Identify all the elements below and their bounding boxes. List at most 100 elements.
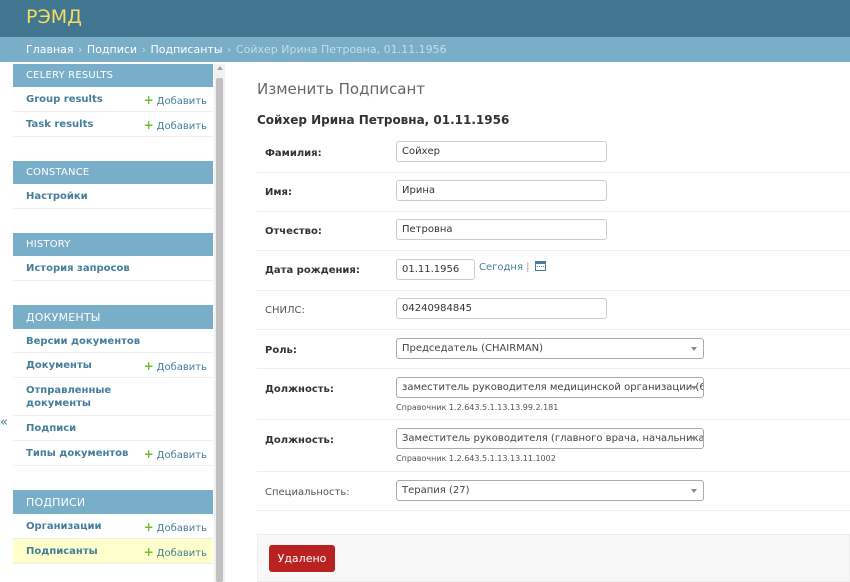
module-history: HISTORY История запросов <box>13 233 213 281</box>
sidebar-collapse-button[interactable]: « <box>0 415 10 430</box>
plus-icon: + <box>143 118 154 132</box>
site-header: РЭМД <box>0 0 850 37</box>
sidebar-item-label[interactable]: Документы <box>26 359 92 372</box>
position-2-help-text: Справочник 1.2.643.5.1.13.13.11.1002 <box>396 454 556 463</box>
form-row-patronymic: Отчество: Петровна <box>257 212 850 251</box>
sidebar-item-document-versions: Версии документов <box>13 329 213 353</box>
breadcrumb-separator: › <box>141 43 146 56</box>
add-button[interactable]: + Добавить <box>144 118 207 132</box>
breadcrumb: Главная › Подписи › Подписанты › Сойхер … <box>0 37 850 62</box>
module-celery-results: CELERY RESULTS Group results + Добавить T… <box>13 64 213 137</box>
add-button[interactable]: + Добавить <box>144 545 207 559</box>
sidebar-item-organizations: Организации + Добавить <box>13 514 213 539</box>
role-select[interactable]: Председатель (CHAIRMAN) <box>396 338 704 359</box>
birth-date-label: Дата рождения: <box>265 265 360 276</box>
position-help-text: Справочник 1.2.643.5.1.13.13.99.2.181 <box>396 403 559 412</box>
form-row-role: Роль: Председатель (CHAIRMAN) <box>257 330 850 369</box>
sidebar-item-label[interactable]: Версии документов <box>26 335 140 348</box>
first-name-field[interactable]: Ирина <box>396 180 607 201</box>
sidebar-nav: CELERY RESULTS Group results + Добавить T… <box>13 64 213 582</box>
sidebar-item-task-results: Task results + Добавить <box>13 112 213 137</box>
object-title: Сойхер Ирина Петровна, 01.11.1956 <box>257 113 510 127</box>
sidebar-item-label[interactable]: Организации <box>26 520 102 533</box>
plus-icon: + <box>143 447 154 461</box>
module-constance: CONSTANCE Настройки <box>13 161 213 209</box>
scrollbar-thumb[interactable] <box>216 78 223 582</box>
module-header[interactable]: ДОКУМЕНТЫ <box>13 305 213 329</box>
sidebar-item-settings: Настройки <box>13 184 213 209</box>
form-row-last-name: Фамилия: Сойхер <box>257 134 850 173</box>
plus-icon: + <box>143 359 154 373</box>
breadcrumb-separator: › <box>227 43 232 56</box>
add-button[interactable]: + Добавить <box>144 520 207 534</box>
sidebar-item-group-results: Group results + Добавить <box>13 87 213 112</box>
plus-icon: + <box>143 520 154 534</box>
sidebar-item-label[interactable]: Task results <box>26 118 93 131</box>
module-signatures: ПОДПИСИ Организации + Добавить Подписанты… <box>13 490 213 564</box>
plus-icon: + <box>143 93 154 107</box>
add-button[interactable]: + Добавить <box>144 359 207 373</box>
sidebar-item-document-types: Типы документов + Добавить <box>13 441 213 466</box>
sidebar-item-label[interactable]: Подписи <box>26 422 76 435</box>
sidebar-item-documents: Документы + Добавить <box>13 353 213 378</box>
snils-label: СНИЛС: <box>265 305 305 316</box>
date-shortcuts: Сегодня | <box>479 261 546 273</box>
today-link[interactable]: Сегодня <box>479 262 523 273</box>
sidebar-item-label[interactable]: Отправленные документы <box>26 384 136 410</box>
calendar-icon[interactable] <box>534 261 546 271</box>
sidebar-item-label[interactable]: Подписанты <box>26 545 98 558</box>
form-row-first-name: Имя: Ирина <box>257 173 850 212</box>
role-label: Роль: <box>265 345 297 356</box>
breadcrumb-model[interactable]: Подписанты <box>150 43 222 56</box>
chevron-down-icon <box>691 437 697 441</box>
add-button[interactable]: + Добавить <box>144 93 207 107</box>
scroll-up-icon[interactable] <box>217 66 223 70</box>
specialty-select[interactable]: Терапия (27) <box>396 480 704 501</box>
sidebar-scrollbar[interactable] <box>214 64 225 582</box>
shortcut-separator: | <box>526 262 530 273</box>
breadcrumb-separator: › <box>78 43 83 56</box>
module-documents: ДОКУМЕНТЫ Версии документов Документы + Д… <box>13 305 213 466</box>
sidebar-item-signers: Подписанты + Добавить <box>13 539 213 564</box>
sidebar-item-label[interactable]: Типы документов <box>26 447 128 460</box>
position-2-select[interactable]: Заместитель руководителя (главного врача… <box>396 428 704 449</box>
position-select[interactable]: заместитель руководителя медицинской орг… <box>396 377 704 398</box>
form-row-position: Должность: заместитель руководителя меди… <box>257 369 850 420</box>
position-2-select-value: Заместитель руководителя (главного врача… <box>402 433 704 444</box>
chevron-down-icon <box>691 386 697 390</box>
breadcrumb-home[interactable]: Главная <box>26 43 74 56</box>
snils-field[interactable]: 04240984845 <box>396 298 607 319</box>
breadcrumb-app[interactable]: Подписи <box>87 43 137 56</box>
submit-row: Удалено <box>257 534 850 582</box>
patronymic-field[interactable]: Петровна <box>396 219 607 240</box>
form-row-snils: СНИЛС: 04240984845 <box>257 291 850 330</box>
form-row-birth-date: Дата рождения: 01.11.1956 Сегодня | <box>257 251 850 291</box>
specialty-label: Специальность: <box>265 487 350 498</box>
module-header[interactable]: CONSTANCE <box>13 161 213 184</box>
sidebar-item-label[interactable]: Настройки <box>26 190 88 203</box>
form-row-specialty: Специальность: Терапия (27) <box>257 472 850 511</box>
page-title: Изменить Подписант <box>257 80 426 98</box>
sidebar-item-request-history: История запросов <box>13 256 213 281</box>
chevron-down-icon <box>691 489 697 493</box>
first-name-label: Имя: <box>265 187 292 198</box>
module-header[interactable]: CELERY RESULTS <box>13 64 213 87</box>
patronymic-label: Отчество: <box>265 226 322 237</box>
module-header[interactable]: HISTORY <box>13 233 213 256</box>
module-header[interactable]: ПОДПИСИ <box>13 490 213 514</box>
sidebar-item-label[interactable]: Group results <box>26 93 103 106</box>
role-select-value: Председатель (CHAIRMAN) <box>402 343 544 354</box>
site-brand[interactable]: РЭМД <box>26 6 82 28</box>
position-select-value: заместитель руководителя медицинской орг… <box>402 382 704 393</box>
last-name-field[interactable]: Сойхер <box>396 141 607 162</box>
birth-date-field[interactable]: 01.11.1956 <box>396 259 475 280</box>
breadcrumb-current: Сойхер Ирина Петровна, 01.11.1956 <box>235 43 447 56</box>
position-label: Должность: <box>265 384 334 395</box>
last-name-label: Фамилия: <box>265 148 322 159</box>
sidebar-item-sent-documents: Отправленные документы <box>13 378 213 416</box>
delete-button[interactable]: Удалено <box>269 545 335 572</box>
sidebar-item-signatures: Подписи <box>13 416 213 441</box>
specialty-select-value: Терапия (27) <box>402 485 470 496</box>
add-button[interactable]: + Добавить <box>144 447 207 461</box>
sidebar-item-label[interactable]: История запросов <box>26 262 130 275</box>
